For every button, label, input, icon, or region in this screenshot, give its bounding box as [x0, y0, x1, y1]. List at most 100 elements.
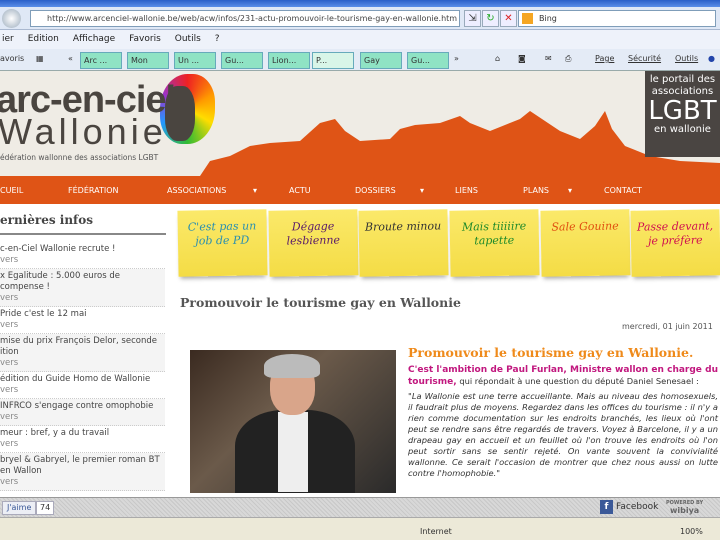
- nav-associations[interactable]: ASSOCIATIONS: [167, 186, 226, 195]
- chevron-down-icon[interactable]: ▾: [253, 186, 257, 195]
- scroll-left-icon[interactable]: «: [68, 54, 73, 63]
- nav-dossiers[interactable]: DOSSIERS: [355, 186, 396, 195]
- sticky-note: Dégage lesbienne: [268, 209, 358, 277]
- read-more-link[interactable]: vers: [0, 293, 165, 304]
- nav-liens[interactable]: LIENS: [455, 186, 478, 195]
- article-photo: [190, 350, 396, 493]
- read-more-link[interactable]: vers: [0, 439, 165, 450]
- news-title[interactable]: x Egalitude : 5.000 euros de compense !: [0, 271, 165, 293]
- portal-badge: le portail des associations LGBT en wall…: [645, 71, 720, 157]
- like-count: 74: [36, 501, 55, 515]
- menu-bar: ier Edition Affichage Favoris Outils ?: [0, 30, 720, 49]
- news-title[interactable]: c-en-Ciel Wallonie recrute !: [0, 244, 165, 255]
- menu-favoris[interactable]: Favoris: [129, 30, 161, 49]
- search-input[interactable]: Bing: [518, 10, 716, 27]
- favorites-tab-bar: avoris ▦ « Arc ... Mon Un ... Gu... Lion…: [0, 49, 720, 71]
- news-item[interactable]: INFRCO s'engage contre omophobie vers: [0, 399, 165, 426]
- news-title[interactable]: INFRCO s'engage contre omophobie: [0, 401, 165, 412]
- help-icon[interactable]: ●: [708, 54, 715, 63]
- city-skyline-illustration: [200, 111, 720, 176]
- news-title[interactable]: mise du prix François Delor, seconde iti…: [0, 336, 165, 358]
- news-item[interactable]: Pride c'est le 12 mai vers: [0, 307, 165, 334]
- tab[interactable]: Gu...: [221, 52, 263, 69]
- news-title[interactable]: bryel & Gabryel, le premier roman BT en …: [0, 455, 165, 477]
- article-date: mercredi, 01 juin 2011: [622, 322, 713, 331]
- menu-edition[interactable]: Edition: [28, 30, 59, 49]
- print-icon[interactable]: ⎙: [565, 54, 571, 64]
- menu-fichier[interactable]: ier: [2, 30, 14, 49]
- window-title-bar: [0, 0, 720, 7]
- tab[interactable]: Arc ...: [80, 52, 122, 69]
- intro-text: qui répondait à une question du député D…: [456, 376, 699, 386]
- read-more-link[interactable]: vers: [0, 358, 165, 369]
- nav-accueil[interactable]: CUEIL: [0, 186, 23, 195]
- news-title[interactable]: édition du Guide Homo de Wallonie: [0, 374, 165, 385]
- back-button[interactable]: [2, 9, 21, 28]
- tab-active[interactable]: P...: [312, 52, 354, 69]
- sticky-note: Passe devant, je préfère: [630, 209, 720, 277]
- nav-contact[interactable]: CONTACT: [604, 186, 642, 195]
- nav-plans[interactable]: PLANS: [523, 186, 549, 195]
- news-list: c-en-Ciel Wallonie recrute ! vers x Egalit…: [0, 242, 165, 491]
- tools-menu[interactable]: Outils: [675, 54, 698, 63]
- sticky-note: Broute minou: [358, 209, 449, 277]
- sticky-notes-banner: C'est pas un job de PD Dégage lesbienne Br…: [177, 209, 720, 277]
- article-body: Promouvoir le tourisme gay en Wallonie. …: [408, 345, 718, 482]
- wibiya-brand: wibiya: [669, 506, 700, 515]
- stop-icon[interactable]: ✕: [500, 10, 517, 27]
- news-item[interactable]: meur : bref, y a du travail vers: [0, 426, 165, 453]
- nav-federation[interactable]: FÉDÉRATION: [68, 186, 118, 195]
- news-item[interactable]: édition du Guide Homo de Wallonie vers: [0, 372, 165, 399]
- zoom-level[interactable]: 100%: [680, 527, 703, 536]
- search-placeholder: Bing: [539, 14, 557, 23]
- read-more-link[interactable]: vers: [0, 412, 165, 423]
- menu-affichage[interactable]: Affichage: [73, 30, 115, 49]
- tab[interactable]: Gu...: [407, 52, 449, 69]
- status-bar: Internet 100%: [0, 517, 720, 540]
- like-button[interactable]: J'aime: [2, 501, 37, 515]
- wibiya-logo[interactable]: POWERED BY wibiya: [666, 499, 703, 515]
- tab[interactable]: Lion...: [268, 52, 310, 69]
- site-header: arc-en-ciel Wallonie édération wallonne …: [0, 71, 720, 176]
- menu-help[interactable]: ?: [215, 30, 220, 49]
- chevron-down-icon[interactable]: ▾: [420, 186, 424, 195]
- url-input[interactable]: http://www.arcenciel-wallonie.be/web/acw…: [30, 10, 460, 27]
- chevron-down-icon[interactable]: ▾: [568, 186, 572, 195]
- read-more-link[interactable]: vers: [0, 385, 165, 396]
- tagline: édération wallonne des associations LGBT: [0, 153, 159, 162]
- read-more-link[interactable]: vers: [0, 320, 165, 331]
- mail-icon[interactable]: ✉: [545, 54, 552, 63]
- logo-text-wallonie[interactable]: Wallonie: [0, 111, 167, 153]
- rss-icon[interactable]: ◙: [518, 54, 526, 63]
- news-title[interactable]: Pride c'est le 12 mai: [0, 309, 165, 320]
- facebook-button[interactable]: f Facebook: [600, 500, 658, 515]
- portal-text: en wallonie: [654, 124, 711, 135]
- page-title: Promouvoir le tourisme gay en Wallonie: [180, 295, 461, 310]
- page-menu[interactable]: Page: [595, 54, 614, 63]
- article-heading: Promouvoir le tourisme gay en Wallonie.: [408, 345, 694, 360]
- favorites-label[interactable]: avoris: [0, 54, 24, 63]
- sticky-note: C'est pas un job de PD: [177, 209, 268, 277]
- refresh-icon[interactable]: ↻: [482, 10, 499, 27]
- tab[interactable]: Mon: [127, 52, 169, 69]
- nav-actu[interactable]: ACTU: [289, 186, 311, 195]
- compat-view-icon[interactable]: ⇲: [464, 10, 481, 27]
- more-tabs-icon[interactable]: »: [454, 54, 459, 63]
- portal-text: le portail des: [649, 74, 716, 85]
- tab[interactable]: Un ...: [174, 52, 216, 69]
- quick-tabs-icon[interactable]: ▦: [36, 54, 44, 63]
- news-item[interactable]: x Egalitude : 5.000 euros de compense ! v…: [0, 269, 165, 307]
- menu-outils[interactable]: Outils: [175, 30, 201, 49]
- facebook-icon: f: [600, 500, 613, 514]
- read-more-link[interactable]: vers: [0, 477, 165, 488]
- read-more-link[interactable]: vers: [0, 255, 165, 266]
- news-item[interactable]: bryel & Gabryel, le premier roman BT en …: [0, 453, 165, 491]
- security-menu[interactable]: Sécurité: [628, 54, 661, 63]
- main-nav: CUEIL FÉDÉRATION ASSOCIATIONS ▾ ACTU DOS…: [0, 176, 720, 204]
- news-item[interactable]: c-en-Ciel Wallonie recrute ! vers: [0, 242, 165, 269]
- tab[interactable]: Gay: [360, 52, 402, 69]
- home-icon[interactable]: ⌂: [495, 54, 500, 63]
- news-item[interactable]: mise du prix François Delor, seconde iti…: [0, 334, 165, 372]
- sticky-note: Sale Gouine: [540, 209, 630, 277]
- news-title[interactable]: meur : bref, y a du travail: [0, 428, 165, 439]
